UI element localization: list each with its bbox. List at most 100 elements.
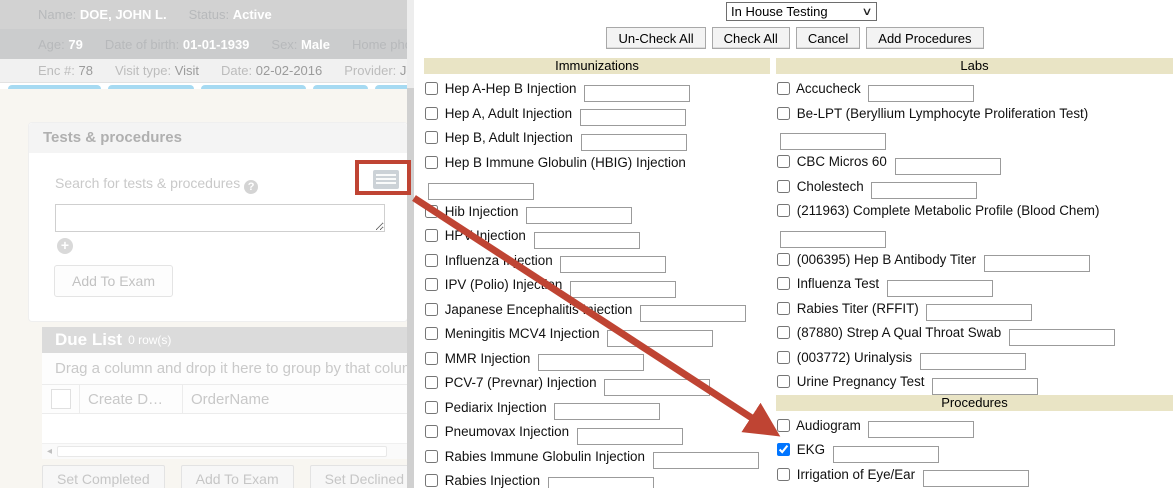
item-value-input[interactable] xyxy=(780,231,886,248)
item-checkbox[interactable] xyxy=(425,450,438,463)
item-value-input[interactable] xyxy=(581,134,687,151)
item-value-input[interactable] xyxy=(920,353,1026,370)
item-checkbox[interactable] xyxy=(425,131,438,144)
item-checkbox[interactable] xyxy=(777,326,790,339)
item-label: Pneumovax Injection xyxy=(445,424,569,439)
search-input[interactable] xyxy=(55,204,385,232)
item-value-input[interactable] xyxy=(984,255,1090,272)
item-checkbox[interactable] xyxy=(425,474,438,487)
due-list-action-button[interactable]: Set Completed xyxy=(42,465,165,488)
item-checkbox[interactable] xyxy=(777,375,790,388)
item-value-input[interactable] xyxy=(584,85,690,102)
item-value-input[interactable] xyxy=(833,446,939,463)
item-value-input[interactable] xyxy=(640,305,746,322)
item-checkbox[interactable] xyxy=(425,82,438,95)
checklist-item: Urine Pregnancy Test xyxy=(776,370,1173,395)
item-checkbox[interactable] xyxy=(777,419,790,432)
item-value-input[interactable] xyxy=(560,256,666,273)
add-icon[interactable]: + xyxy=(57,238,73,254)
checklist-item: Be-LPT (Beryllium Lymphocyte Proliferati… xyxy=(776,102,1173,151)
item-checkbox[interactable] xyxy=(777,180,790,193)
field-label: Provider: xyxy=(344,63,396,78)
tests-procedures-card: Tests & procedures Search for tests & pr… xyxy=(28,122,408,322)
checklist-item: Meningitis MCV4 Injection xyxy=(424,322,770,347)
item-value-input[interactable] xyxy=(428,183,534,200)
column-header-create-date[interactable]: Create D… xyxy=(80,385,183,413)
item-value-input[interactable] xyxy=(1009,329,1115,346)
vertical-scrollbar-thumb[interactable] xyxy=(407,88,414,488)
item-checkbox[interactable] xyxy=(777,302,790,315)
item-checkbox[interactable] xyxy=(425,303,438,316)
item-checkbox[interactable] xyxy=(425,107,438,120)
item-checkbox[interactable] xyxy=(777,277,790,290)
item-label: EKG xyxy=(797,442,825,457)
item-value-input[interactable] xyxy=(554,403,660,420)
item-value-input[interactable] xyxy=(548,477,654,488)
item-value-input[interactable] xyxy=(932,378,1038,395)
due-list-header: Due List 0 row(s) xyxy=(42,327,407,353)
test-category-select[interactable]: In House Testing ∨ xyxy=(726,2,877,21)
item-checkbox[interactable] xyxy=(425,205,438,218)
dialog-action-button[interactable]: Un-Check All xyxy=(606,27,705,49)
item-checkbox[interactable] xyxy=(425,327,438,340)
item-value-input[interactable] xyxy=(607,330,713,347)
dialog-action-button[interactable]: Cancel xyxy=(796,27,860,49)
scroll-left-arrow-icon[interactable]: ◂ xyxy=(42,444,57,459)
item-checkbox[interactable] xyxy=(425,401,438,414)
add-to-exam-button[interactable]: Add To Exam xyxy=(54,265,173,297)
encounter-header-row: Enc #: 78Visit type: VisitDate: 02-02-20… xyxy=(0,59,407,83)
item-value-input[interactable] xyxy=(653,452,759,469)
item-checkbox[interactable] xyxy=(777,253,790,266)
checklist-item: HPV Injection xyxy=(424,224,770,249)
due-list-action-button[interactable]: Set Declined xyxy=(310,465,414,488)
item-value-input[interactable] xyxy=(780,133,886,150)
checklist-item: Rabies Immune Globulin Injection xyxy=(424,445,770,470)
item-checkbox[interactable] xyxy=(777,204,790,217)
dialog-action-button[interactable]: Check All xyxy=(712,27,790,49)
item-value-input[interactable] xyxy=(604,379,710,396)
due-list-actions: Set CompletedAdd To ExamSet DeclinedSet xyxy=(42,465,407,488)
item-value-input[interactable] xyxy=(887,280,993,297)
due-list-action-button[interactable]: Add To Exam xyxy=(181,465,294,488)
item-checkbox[interactable] xyxy=(425,352,438,365)
item-checkbox[interactable] xyxy=(425,156,438,169)
patient-header-row-2: Age: 79Date of birth: 01-01-1939Sex: Mal… xyxy=(0,29,407,59)
item-value-input[interactable] xyxy=(871,182,977,199)
section-header-procedures: Procedures xyxy=(776,395,1173,411)
item-value-input[interactable] xyxy=(868,421,974,438)
item-checkbox[interactable] xyxy=(425,254,438,267)
item-checkbox[interactable] xyxy=(777,443,790,456)
item-checkbox[interactable] xyxy=(777,468,790,481)
item-value-input[interactable] xyxy=(868,85,974,102)
item-value-input[interactable] xyxy=(580,109,686,126)
group-by-drop-zone[interactable]: Drag a column and drop it here to group … xyxy=(42,353,407,385)
column-header-ordername[interactable]: OrderName xyxy=(183,385,407,413)
item-checkbox[interactable] xyxy=(425,425,438,438)
item-value-input[interactable] xyxy=(570,281,676,298)
item-value-input[interactable] xyxy=(926,304,1032,321)
item-value-input[interactable] xyxy=(577,428,683,445)
checklist-item: Rabies Titer (RFFIT) xyxy=(776,297,1173,322)
checklist-item: Hep A-Hep B Injection xyxy=(424,77,770,102)
item-value-input[interactable] xyxy=(923,470,1029,487)
item-value-input[interactable] xyxy=(534,232,640,249)
item-checkbox[interactable] xyxy=(777,351,790,364)
chevron-down-icon: ∨ xyxy=(861,5,872,18)
item-value-input[interactable] xyxy=(526,207,632,224)
item-checkbox[interactable] xyxy=(425,229,438,242)
due-list-panel: Due List 0 row(s) Drag a column and drop… xyxy=(42,327,407,488)
item-checkbox[interactable] xyxy=(777,107,790,120)
item-checkbox[interactable] xyxy=(425,278,438,291)
scrollbar-thumb[interactable] xyxy=(57,446,387,457)
item-checkbox[interactable] xyxy=(777,82,790,95)
select-all-cell[interactable] xyxy=(42,385,80,413)
item-checkbox[interactable] xyxy=(425,376,438,389)
item-value-input[interactable] xyxy=(895,158,1001,175)
item-checkbox[interactable] xyxy=(777,155,790,168)
help-icon[interactable]: ? xyxy=(244,180,258,194)
select-all-checkbox[interactable] xyxy=(51,389,71,409)
item-value-input[interactable] xyxy=(538,354,644,371)
item-label: (006395) Hep B Antibody Titer xyxy=(797,252,976,267)
dialog-action-button[interactable]: Add Procedures xyxy=(866,27,983,49)
item-label: HPV Injection xyxy=(445,228,526,243)
